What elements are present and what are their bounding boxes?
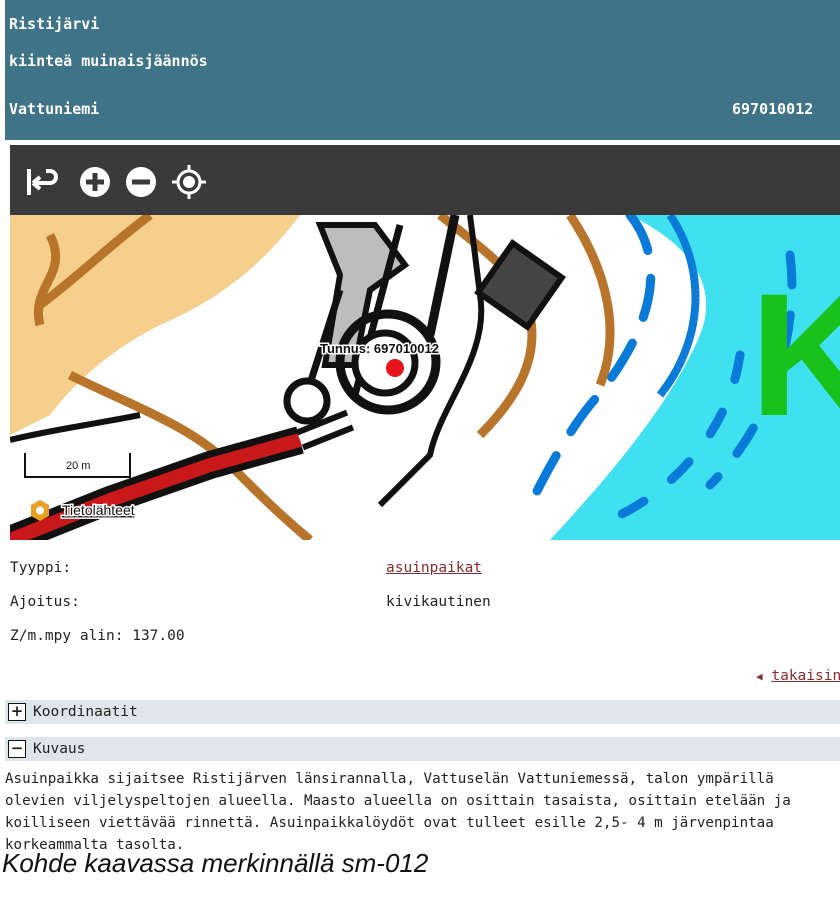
site-name: Ristijärvi: [9, 15, 100, 33]
description-text: Asuinpaikka sijaitsee Ristijärven länsir…: [5, 768, 840, 856]
type-label: Tyyppi:: [10, 560, 72, 576]
dating-label: Ajoitus:: [10, 594, 80, 610]
back-link-wrapper[interactable]: ◀ takaisin: [756, 668, 840, 684]
map-toolbar: [10, 145, 840, 215]
caret-left-icon: ◀: [756, 670, 763, 683]
description-line: olevien viljelyspeltojen alueella. Maast…: [5, 793, 791, 809]
map-view[interactable]: K Tunnus: 697010012 20 m Tietolähteet: [10, 215, 840, 540]
collapse-icon[interactable]: −: [8, 740, 26, 758]
description-section-header[interactable]: − Kuvaus: [5, 737, 840, 761]
site-marker[interactable]: [386, 359, 404, 377]
sources-link[interactable]: Tietolähteet: [61, 501, 137, 520]
type-value-link[interactable]: asuinpaikat: [386, 560, 482, 576]
back-link[interactable]: takaisin: [771, 668, 840, 684]
description-line: Asuinpaikka sijaitsee Ristijärven länsir…: [5, 771, 774, 787]
scale-label: 20 m: [66, 460, 90, 472]
description-line: koilliseen viettävää rinnettä. Asuinpaik…: [5, 815, 774, 831]
map-canvas[interactable]: K Tunnus: 697010012 20 m Tietolähteet: [10, 215, 840, 540]
back-icon[interactable]: [24, 163, 62, 201]
description-label[interactable]: Kuvaus: [33, 741, 85, 757]
expand-icon[interactable]: +: [8, 703, 26, 721]
plan-caption: Kohde kaavassa merkinnällä sm-012: [2, 848, 429, 878]
feature-label: Tunnus: 697010012: [320, 341, 439, 356]
zoom-out-icon[interactable]: [122, 163, 160, 201]
coordinates-section-header[interactable]: + Koordinaatit: [5, 700, 840, 724]
coordinates-label[interactable]: Koordinaatit: [33, 704, 138, 720]
site-place: Vattuniemi: [9, 100, 100, 118]
site-category: kiinteä muinaisjäännös: [9, 52, 208, 70]
site-id: 69701001​2: [732, 100, 814, 118]
map-green-letter: K: [750, 258, 840, 453]
zoom-in-icon[interactable]: [76, 163, 114, 201]
locate-icon[interactable]: [170, 163, 208, 201]
dating-value: kivikautinen: [386, 594, 491, 610]
site-header: Ristijärvi kiinteä muinaisjäännös Vattun…: [5, 0, 840, 140]
elevation-label: Z/m.mpy alin: 137.00: [10, 628, 185, 644]
